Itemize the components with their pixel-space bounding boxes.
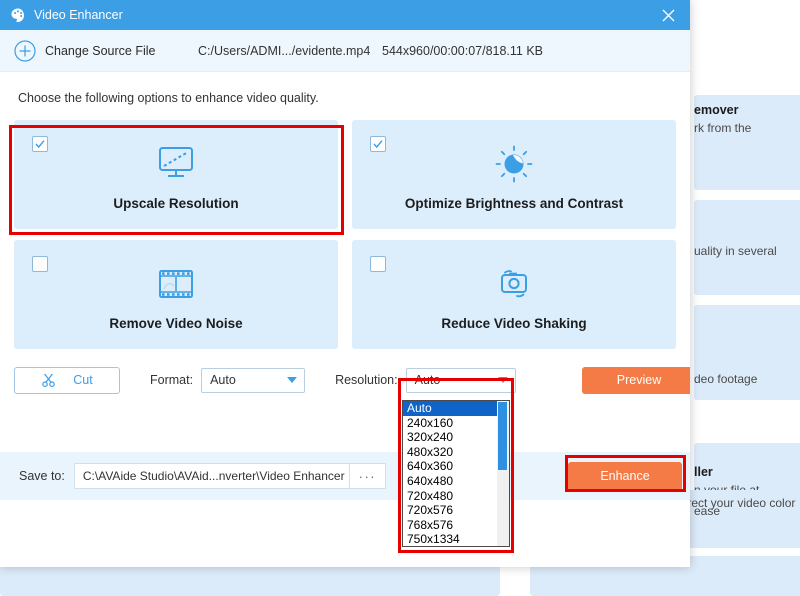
monitor-upscale-icon bbox=[153, 144, 199, 184]
save-to-row: Save to: C:\AVAide Studio\AVAid...nverte… bbox=[0, 452, 690, 500]
change-source-file-button[interactable]: Change Source File bbox=[45, 44, 155, 58]
option-label-reduce-shaking: Reduce Video Shaking bbox=[441, 316, 587, 331]
dropdown-option[interactable]: 720x480 bbox=[403, 489, 509, 504]
checkbox-reduce-shaking[interactable] bbox=[370, 256, 386, 272]
close-button[interactable] bbox=[646, 0, 690, 30]
format-select[interactable]: Auto bbox=[201, 367, 306, 393]
enhance-options-grid: Upscale Resolution Optimize Brightness a… bbox=[14, 120, 676, 349]
resolution-dropdown-list[interactable]: Auto 240x160 320x240 480x320 640x360 640… bbox=[402, 400, 510, 547]
option-label-optimize-brightness: Optimize Brightness and Contrast bbox=[404, 196, 624, 211]
dialog-body: Choose the following options to enhance … bbox=[0, 72, 690, 394]
checkbox-remove-noise[interactable] bbox=[32, 256, 48, 272]
brightness-sun-icon bbox=[491, 144, 537, 184]
chevron-down-icon bbox=[287, 377, 298, 383]
dropdown-option[interactable]: 750x1334 bbox=[403, 532, 509, 546]
dropdown-option[interactable]: 320x240 bbox=[403, 430, 509, 445]
browse-folder-button[interactable]: ··· bbox=[348, 463, 386, 489]
resolution-dropdown-items: Auto 240x160 320x240 480x320 640x360 640… bbox=[403, 401, 509, 546]
dropdown-option[interactable]: 720x576 bbox=[403, 503, 509, 518]
video-enhancer-dialog: Video Enhancer Change Source File C:/Use… bbox=[0, 0, 690, 567]
controls-row: Cut Format: Auto Resolution: Auto Previe… bbox=[14, 366, 690, 394]
bg-card-title-0: emover bbox=[694, 103, 739, 117]
option-card-upscale-resolution[interactable]: Upscale Resolution bbox=[14, 120, 338, 229]
bg-card-title-3: ller bbox=[694, 465, 713, 479]
resolution-select-value: Auto bbox=[414, 373, 441, 387]
format-select-value: Auto bbox=[210, 373, 236, 387]
enhance-button[interactable]: Enhance bbox=[568, 461, 682, 491]
film-strip-icon bbox=[153, 264, 199, 304]
bg-card-desc-1: uality in several bbox=[694, 244, 777, 258]
plus-circle-icon[interactable] bbox=[14, 39, 36, 62]
instruction-text: Choose the following options to enhance … bbox=[18, 91, 319, 105]
dropdown-option[interactable]: Auto bbox=[403, 401, 509, 416]
check-icon bbox=[35, 140, 45, 149]
bg-card-desc-0: rk from the bbox=[694, 121, 752, 135]
checkbox-upscale-resolution[interactable] bbox=[32, 136, 48, 152]
cut-button-label: Cut bbox=[73, 373, 93, 387]
format-label: Format: bbox=[150, 373, 194, 387]
resolution-label: Resolution: bbox=[335, 373, 398, 387]
option-card-reduce-shaking[interactable]: Reduce Video Shaking bbox=[352, 240, 676, 349]
dropdown-option[interactable]: 240x160 bbox=[403, 416, 509, 431]
cut-button[interactable]: Cut bbox=[14, 366, 120, 394]
source-file-path: C:/Users/ADMI.../evidente.mp4 bbox=[198, 43, 371, 58]
save-path-input[interactable]: C:\AVAide Studio\AVAid...nverter\Video E… bbox=[73, 463, 349, 489]
resolution-select[interactable]: Auto bbox=[405, 367, 516, 393]
bg-card-desc-2: deo footage bbox=[694, 372, 758, 386]
option-card-optimize-brightness[interactable]: Optimize Brightness and Contrast bbox=[352, 120, 676, 229]
option-card-remove-noise[interactable]: Remove Video Noise bbox=[14, 240, 338, 349]
chevron-down-icon bbox=[497, 377, 508, 383]
dropdown-scrollbar[interactable] bbox=[497, 401, 509, 546]
dialog-title: Video Enhancer bbox=[34, 8, 123, 22]
dropdown-scrollbar-thumb[interactable] bbox=[498, 402, 507, 470]
checkbox-optimize-brightness[interactable] bbox=[370, 136, 386, 152]
dropdown-option[interactable]: 768x576 bbox=[403, 518, 509, 533]
palette-icon bbox=[11, 8, 24, 23]
dropdown-option[interactable]: 480x320 bbox=[403, 445, 509, 460]
check-icon bbox=[373, 140, 383, 149]
option-label-upscale-resolution: Upscale Resolution bbox=[113, 196, 239, 211]
bg-card-desc-4: ease bbox=[694, 504, 721, 518]
camera-shake-icon bbox=[491, 264, 537, 304]
dropdown-option[interactable]: 640x480 bbox=[403, 474, 509, 489]
option-label-remove-noise: Remove Video Noise bbox=[109, 316, 243, 331]
dialog-titlebar[interactable]: Video Enhancer bbox=[0, 0, 690, 30]
source-file-bar: Change Source File C:/Users/ADMI.../evid… bbox=[0, 30, 690, 72]
preview-button[interactable]: Preview bbox=[582, 366, 690, 394]
close-icon bbox=[662, 9, 674, 21]
scissors-icon bbox=[42, 373, 56, 388]
source-file-meta: 544x960/00:00:07/818.11 KB bbox=[382, 43, 544, 58]
save-to-label: Save to: bbox=[19, 469, 65, 483]
dropdown-option[interactable]: 640x360 bbox=[403, 459, 509, 474]
